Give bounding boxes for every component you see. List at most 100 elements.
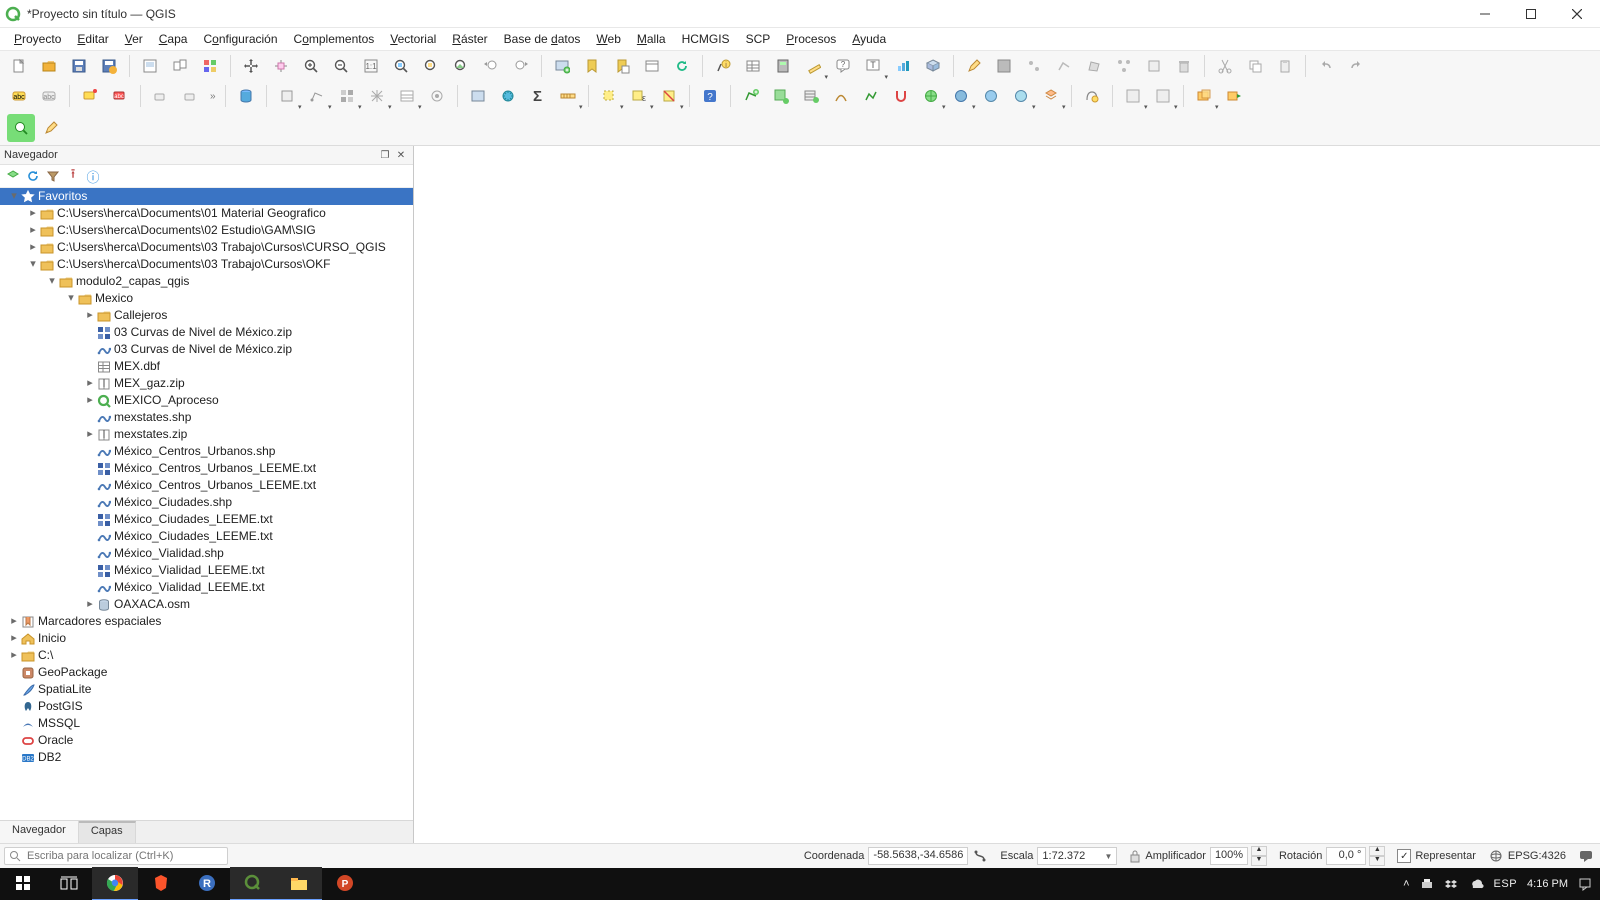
tree-twisty[interactable]: ▾: [46, 273, 58, 290]
coord-capture-button[interactable]: ▾: [1119, 82, 1147, 110]
tree-twisty[interactable]: ▸: [84, 596, 96, 613]
zoom-last-button[interactable]: [477, 52, 505, 80]
tree-item[interactable]: 03 Curvas de Nivel de México.zip: [0, 324, 413, 341]
collapse-all-icon[interactable]: ⭱: [64, 167, 82, 185]
add-line-button[interactable]: [1050, 52, 1078, 80]
tab-navegador[interactable]: Navegador: [0, 821, 79, 843]
new-project-button[interactable]: [5, 52, 33, 80]
panel-close-button[interactable]: ✕: [393, 147, 409, 163]
taskbar-brave[interactable]: [138, 867, 184, 900]
save-project-as-button[interactable]: [95, 52, 123, 80]
add-polygon-button[interactable]: [1080, 52, 1108, 80]
menu-ayuda[interactable]: Ayuda: [844, 30, 894, 48]
tree-item[interactable]: ▸Inicio: [0, 630, 413, 647]
layout-manager-button[interactable]: [166, 52, 194, 80]
tree-twisty[interactable]: ▸: [27, 205, 39, 222]
refresh-button[interactable]: [668, 52, 696, 80]
cut-button[interactable]: [1211, 52, 1239, 80]
statistics-button[interactable]: [889, 52, 917, 80]
tree-item[interactable]: mexstates.shp: [0, 409, 413, 426]
add-wms-button[interactable]: ▾: [917, 82, 945, 110]
menu-complementos[interactable]: Complementos: [286, 30, 383, 48]
tree-item[interactable]: México_Centros_Urbanos_LEEME.txt: [0, 477, 413, 494]
add-xyz-button[interactable]: [977, 82, 1005, 110]
unplaced-label-button[interactable]: abc: [106, 82, 134, 110]
print-layout-button[interactable]: [136, 52, 164, 80]
sum-button[interactable]: Σ: [524, 82, 552, 110]
copy-button[interactable]: [1241, 52, 1269, 80]
tree-item[interactable]: México_Vialidad.shp: [0, 545, 413, 562]
taskbar-qgis[interactable]: [230, 867, 276, 900]
tree-item[interactable]: ▾Favoritos: [0, 188, 413, 205]
tree-twisty[interactable]: ▾: [65, 290, 77, 307]
tree-twisty[interactable]: ▸: [84, 392, 96, 409]
topology-checker-button[interactable]: ▾: [1190, 82, 1218, 110]
tree-twisty[interactable]: ▾: [8, 188, 20, 205]
edit-pencil-button[interactable]: [37, 114, 65, 142]
locator-box[interactable]: [4, 847, 228, 865]
minimize-button[interactable]: [1462, 0, 1508, 27]
refresh-browser-icon[interactable]: [24, 167, 42, 185]
tree-item[interactable]: ▸Marcadores espaciales: [0, 613, 413, 630]
tree-item[interactable]: México_Vialidad_LEEME.txt: [0, 579, 413, 596]
map-tips-button[interactable]: ?: [829, 52, 857, 80]
zoom-in-button[interactable]: [297, 52, 325, 80]
map-canvas[interactable]: [414, 146, 1600, 843]
python-console-button[interactable]: [1078, 82, 1106, 110]
save-edits-button[interactable]: [990, 52, 1018, 80]
show-bookmarks-button[interactable]: [608, 52, 636, 80]
deselect-button[interactable]: ▾: [655, 82, 683, 110]
zoom-full-button[interactable]: [387, 52, 415, 80]
style-manager-button[interactable]: [196, 52, 224, 80]
layer-styling-button[interactable]: ▾: [1037, 82, 1065, 110]
properties-icon[interactable]: ⓘ: [84, 167, 102, 185]
filter-browser-icon[interactable]: [44, 167, 62, 185]
new-geopackage-button[interactable]: ▾: [273, 82, 301, 110]
tab-capas[interactable]: Capas: [79, 821, 136, 843]
tree-twisty[interactable]: ▸: [8, 630, 20, 647]
hide-label-button[interactable]: abc: [35, 82, 63, 110]
menu-base de datos[interactable]: Base de datos: [496, 30, 589, 48]
new-vector-layer-button[interactable]: [737, 82, 765, 110]
tree-twisty[interactable]: ▸: [8, 613, 20, 630]
messages-icon[interactable]: [1578, 848, 1594, 864]
text-annotation-button[interactable]: T▾: [859, 52, 887, 80]
tree-item[interactable]: Oracle: [0, 732, 413, 749]
add-mesh-button[interactable]: ▾: [363, 82, 391, 110]
tree-item[interactable]: México_Vialidad_LEEME.txt: [0, 562, 413, 579]
tree-item[interactable]: México_Ciudades.shp: [0, 494, 413, 511]
pan-button[interactable]: [237, 52, 265, 80]
scale-input[interactable]: 1:72.372▼: [1037, 847, 1117, 865]
toggle-extents-icon[interactable]: [972, 848, 988, 864]
measure-line-button[interactable]: ▾: [554, 82, 582, 110]
add-point-button[interactable]: [1020, 52, 1048, 80]
select-features-button[interactable]: ▾: [595, 82, 623, 110]
rotate-label-button[interactable]: [177, 82, 205, 110]
pan-to-selection-button[interactable]: [267, 52, 295, 80]
tree-twisty[interactable]: ▸: [84, 375, 96, 392]
taskbar-r[interactable]: R: [184, 867, 230, 900]
tree-item[interactable]: ▾C:\Users\herca\Documents\03 Trabajo\Cur…: [0, 256, 413, 273]
tree-item[interactable]: ▸mexstates.zip: [0, 426, 413, 443]
add-layer-icon[interactable]: [4, 167, 22, 185]
taskbar-chrome[interactable]: [92, 867, 138, 900]
tree-twisty[interactable]: ▸: [84, 426, 96, 443]
tree-item[interactable]: ▸OAXACA.osm: [0, 596, 413, 613]
new-db-layer-button[interactable]: [797, 82, 825, 110]
toolbar-overflow-icon[interactable]: »: [206, 91, 220, 102]
processing-toolbox-button[interactable]: [494, 82, 522, 110]
geometry-checker-button[interactable]: ▾: [1149, 82, 1177, 110]
start-button[interactable]: [0, 867, 46, 900]
render-checkbox[interactable]: ✓: [1397, 849, 1411, 863]
show-label-button[interactable]: abc: [5, 82, 33, 110]
add-raster-button[interactable]: ▾: [333, 82, 361, 110]
add-delimited-button[interactable]: ▾: [393, 82, 421, 110]
coord-value[interactable]: -58.5638,-34.6586: [868, 847, 968, 865]
save-project-button[interactable]: [65, 52, 93, 80]
tray-printer-icon[interactable]: [1420, 877, 1434, 891]
tree-item[interactable]: México_Ciudades_LEEME.txt: [0, 528, 413, 545]
tree-twisty[interactable]: ▸: [27, 222, 39, 239]
rotation-spin[interactable]: ▲▼: [1369, 846, 1385, 866]
identify-button[interactable]: i: [709, 52, 737, 80]
crs-label[interactable]: EPSG:4326: [1508, 850, 1566, 862]
